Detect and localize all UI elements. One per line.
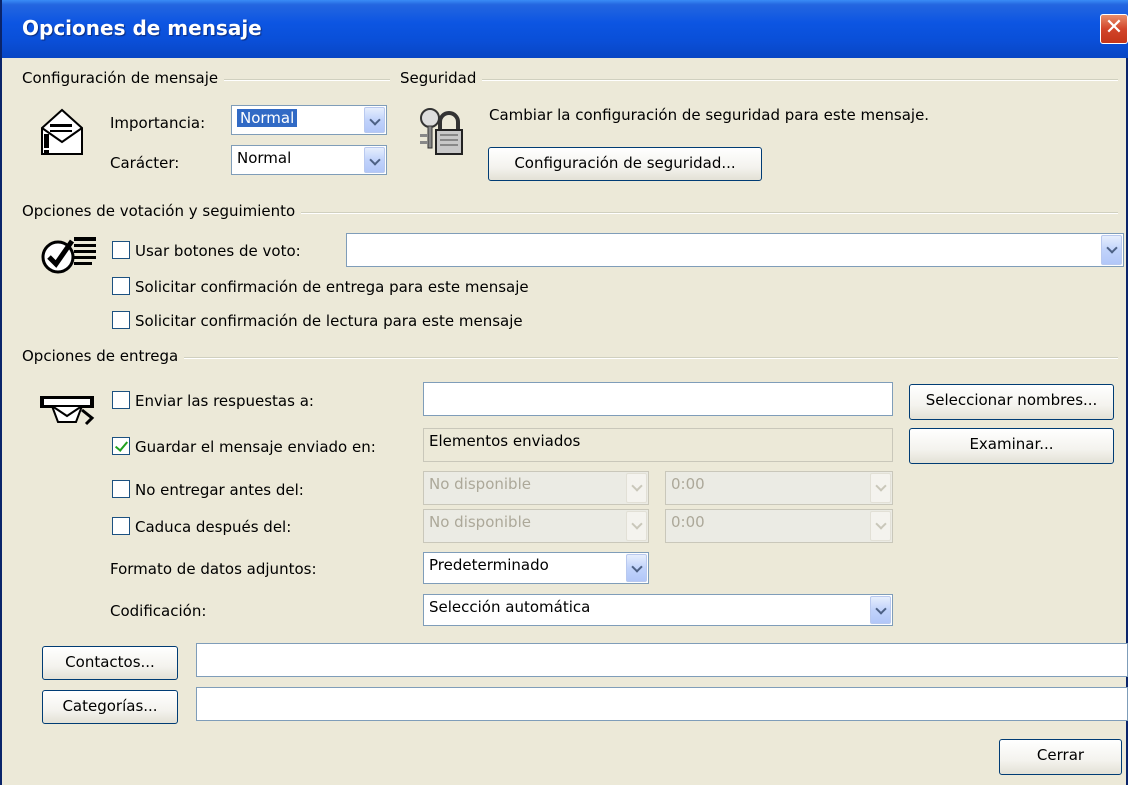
voting-check-icon <box>41 237 96 274</box>
chevron-down-icon[interactable] <box>1101 235 1122 265</box>
save-sent-folder-field[interactable]: Elementos enviados <box>423 428 893 462</box>
no-deliver-before-checkbox[interactable] <box>112 480 130 498</box>
window-title: Opciones de mensaje <box>22 16 262 40</box>
encoding-value: Selección automática <box>429 598 591 616</box>
chevron-down-icon[interactable] <box>364 107 385 133</box>
no-deliver-time-select[interactable]: 0:00 <box>665 471 893 505</box>
use-voting-checkbox[interactable] <box>112 241 130 259</box>
expires-after-checkbox[interactable] <box>112 517 130 535</box>
encoding-label: Codificación: <box>110 602 207 620</box>
attachment-format-label: Formato de datos adjuntos: <box>110 560 317 578</box>
security-group-divider <box>400 79 1118 81</box>
expires-date-value: No disponible <box>429 513 531 531</box>
close-window-button[interactable]: ✕ <box>1100 14 1128 44</box>
save-sent-folder-value: Elementos enviados <box>429 432 581 450</box>
browse-button-label: Examinar... <box>969 435 1054 453</box>
security-keys-lock-icon <box>420 108 463 155</box>
voting-buttons-select[interactable] <box>346 233 1124 267</box>
delivery-group-divider <box>22 357 1118 359</box>
replies-to-input[interactable] <box>423 382 893 416</box>
sensitivity-value: Normal <box>237 149 292 167</box>
sensitivity-label: Carácter: <box>110 154 180 172</box>
select-names-button-label: Seleccionar nombres... <box>925 391 1098 409</box>
expires-time-value: 0:00 <box>671 513 705 531</box>
chevron-down-icon[interactable] <box>626 511 647 541</box>
categories-button[interactable]: Categorías... <box>42 690 178 724</box>
save-sent-label: Guardar el mensaje enviado en: <box>135 438 376 456</box>
message-options-dialog: Opciones de mensaje ✕ Configuración de m… <box>0 0 1128 785</box>
chevron-down-icon[interactable] <box>870 473 891 503</box>
use-voting-label: Usar botones de voto: <box>135 242 301 260</box>
importance-select[interactable]: Normal <box>231 105 387 135</box>
encoding-select[interactable]: Selección automática <box>423 594 893 626</box>
contacts-button-label: Contactos... <box>65 653 155 671</box>
envelope-importance-icon <box>41 108 83 155</box>
title-bar[interactable]: Opciones de mensaje ✕ <box>2 0 1128 58</box>
no-deliver-before-label: No entregar antes del: <box>135 481 304 499</box>
chevron-down-icon[interactable] <box>870 511 891 541</box>
voting-group-title: Opciones de votación y seguimiento <box>22 202 302 220</box>
importance-value: Normal <box>237 109 298 127</box>
categories-button-label: Categorías... <box>62 697 158 715</box>
close-button[interactable]: Cerrar <box>999 739 1122 775</box>
replies-to-checkbox[interactable] <box>112 391 130 409</box>
chevron-down-icon[interactable] <box>626 473 647 503</box>
attachment-format-select[interactable]: Predeterminado <box>423 552 649 584</box>
attachment-format-value: Predeterminado <box>429 556 549 574</box>
no-deliver-time-value: 0:00 <box>671 475 705 493</box>
categories-input[interactable] <box>196 687 1128 721</box>
expires-date-select[interactable]: No disponible <box>423 509 649 543</box>
security-group-title: Seguridad <box>400 69 483 87</box>
browse-button[interactable]: Examinar... <box>909 428 1114 464</box>
chevron-down-icon[interactable] <box>364 147 385 173</box>
select-names-button[interactable]: Seleccionar nombres... <box>909 384 1114 420</box>
close-button-label: Cerrar <box>1036 746 1085 764</box>
chevron-down-icon[interactable] <box>870 596 891 624</box>
importance-label: Importancia: <box>110 114 206 132</box>
no-deliver-date-select[interactable]: No disponible <box>423 471 649 505</box>
replies-to-label: Enviar las respuestas a: <box>135 392 314 410</box>
chevron-down-icon[interactable] <box>626 554 647 582</box>
contacts-button[interactable]: Contactos... <box>42 646 178 680</box>
sensitivity-select[interactable]: Normal <box>231 145 387 175</box>
security-settings-button[interactable]: Configuración de seguridad... <box>488 147 762 181</box>
expires-time-select[interactable]: 0:00 <box>665 509 893 543</box>
delivery-group-title: Opciones de entrega <box>22 347 185 365</box>
save-sent-checkbox[interactable] <box>112 437 130 455</box>
no-deliver-date-value: No disponible <box>429 475 531 493</box>
read-receipt-checkbox[interactable] <box>112 311 130 329</box>
contacts-input[interactable] <box>196 643 1128 677</box>
security-description: Cambiar la configuración de seguridad pa… <box>489 106 930 124</box>
close-icon: ✕ <box>1104 15 1124 40</box>
delivery-receipt-checkbox[interactable] <box>112 277 130 295</box>
delivery-hand-envelope-icon <box>40 396 95 426</box>
security-settings-button-label: Configuración de seguridad... <box>514 154 736 172</box>
delivery-receipt-label: Solicitar confirmación de entrega para e… <box>135 278 529 296</box>
expires-after-label: Caduca después del: <box>135 518 292 536</box>
read-receipt-label: Solicitar confirmación de lectura para e… <box>135 312 523 330</box>
config-group-title: Configuración de mensaje <box>22 69 225 87</box>
